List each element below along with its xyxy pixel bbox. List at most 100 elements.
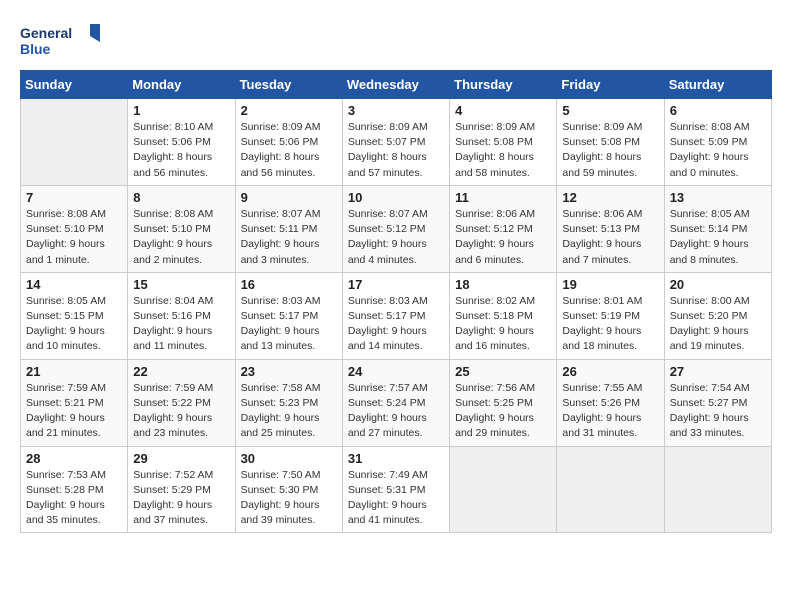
- cell-info: Sunrise: 7:49 AMSunset: 5:31 PMDaylight:…: [348, 468, 444, 529]
- day-number: 29: [133, 451, 229, 466]
- calendar-week-row: 21 Sunrise: 7:59 AMSunset: 5:21 PMDayligh…: [21, 359, 772, 446]
- calendar-cell: 20 Sunrise: 8:00 AMSunset: 5:20 PMDayligh…: [664, 272, 771, 359]
- calendar-cell: 3 Sunrise: 8:09 AMSunset: 5:07 PMDaylight…: [342, 99, 449, 186]
- cell-info: Sunrise: 7:54 AMSunset: 5:27 PMDaylight:…: [670, 381, 766, 442]
- calendar-cell: 27 Sunrise: 7:54 AMSunset: 5:27 PMDayligh…: [664, 359, 771, 446]
- cell-info: Sunrise: 8:06 AMSunset: 5:12 PMDaylight:…: [455, 207, 551, 268]
- day-number: 9: [241, 190, 337, 205]
- day-number: 3: [348, 103, 444, 118]
- cell-info: Sunrise: 8:06 AMSunset: 5:13 PMDaylight:…: [562, 207, 658, 268]
- cell-info: Sunrise: 7:53 AMSunset: 5:28 PMDaylight:…: [26, 468, 122, 529]
- calendar-cell: 9 Sunrise: 8:07 AMSunset: 5:11 PMDaylight…: [235, 185, 342, 272]
- weekday-header-saturday: Saturday: [664, 71, 771, 99]
- svg-text:Blue: Blue: [20, 41, 51, 57]
- day-number: 31: [348, 451, 444, 466]
- cell-info: Sunrise: 8:08 AMSunset: 5:10 PMDaylight:…: [26, 207, 122, 268]
- page-header: General Blue: [20, 20, 772, 64]
- calendar-cell: 28 Sunrise: 7:53 AMSunset: 5:28 PMDayligh…: [21, 446, 128, 533]
- calendar-cell: 22 Sunrise: 7:59 AMSunset: 5:22 PMDayligh…: [128, 359, 235, 446]
- cell-info: Sunrise: 8:00 AMSunset: 5:20 PMDaylight:…: [670, 294, 766, 355]
- calendar-cell: 23 Sunrise: 7:58 AMSunset: 5:23 PMDayligh…: [235, 359, 342, 446]
- day-number: 21: [26, 364, 122, 379]
- calendar-cell: 25 Sunrise: 7:56 AMSunset: 5:25 PMDayligh…: [450, 359, 557, 446]
- day-number: 24: [348, 364, 444, 379]
- cell-info: Sunrise: 7:50 AMSunset: 5:30 PMDaylight:…: [241, 468, 337, 529]
- calendar-cell: 7 Sunrise: 8:08 AMSunset: 5:10 PMDaylight…: [21, 185, 128, 272]
- calendar-cell: 13 Sunrise: 8:05 AMSunset: 5:14 PMDayligh…: [664, 185, 771, 272]
- day-number: 25: [455, 364, 551, 379]
- calendar-cell: 18 Sunrise: 8:02 AMSunset: 5:18 PMDayligh…: [450, 272, 557, 359]
- weekday-header-monday: Monday: [128, 71, 235, 99]
- day-number: 26: [562, 364, 658, 379]
- calendar-cell: 19 Sunrise: 8:01 AMSunset: 5:19 PMDayligh…: [557, 272, 664, 359]
- calendar-cell: 4Sunrise: 8:09 AMSunset: 5:08 PMDaylight…: [450, 99, 557, 186]
- day-number: 15: [133, 277, 229, 292]
- calendar-week-row: 7 Sunrise: 8:08 AMSunset: 5:10 PMDaylight…: [21, 185, 772, 272]
- calendar-cell: 29 Sunrise: 7:52 AMSunset: 5:29 PMDayligh…: [128, 446, 235, 533]
- weekday-header-sunday: Sunday: [21, 71, 128, 99]
- calendar-cell: [557, 446, 664, 533]
- weekday-header-tuesday: Tuesday: [235, 71, 342, 99]
- cell-info: Sunrise: 8:09 AMSunset: 5:06 PMDaylight:…: [241, 120, 337, 181]
- cell-info: Sunrise: 8:01 AMSunset: 5:19 PMDaylight:…: [562, 294, 658, 355]
- calendar-cell: 21 Sunrise: 7:59 AMSunset: 5:21 PMDayligh…: [21, 359, 128, 446]
- calendar-cell: 2Sunrise: 8:09 AMSunset: 5:06 PMDaylight…: [235, 99, 342, 186]
- svg-text:General: General: [20, 25, 72, 41]
- weekday-header-row: SundayMondayTuesdayWednesdayThursdayFrid…: [21, 71, 772, 99]
- calendar-cell: 11 Sunrise: 8:06 AMSunset: 5:12 PMDayligh…: [450, 185, 557, 272]
- day-number: 5: [562, 103, 658, 118]
- weekday-header-friday: Friday: [557, 71, 664, 99]
- day-number: 19: [562, 277, 658, 292]
- cell-info: Sunrise: 8:05 AMSunset: 5:15 PMDaylight:…: [26, 294, 122, 355]
- calendar-table: SundayMondayTuesdayWednesdayThursdayFrid…: [20, 70, 772, 533]
- day-number: 1: [133, 103, 229, 118]
- day-number: 22: [133, 364, 229, 379]
- calendar-cell: [21, 99, 128, 186]
- day-number: 28: [26, 451, 122, 466]
- calendar-cell: 5Sunrise: 8:09 AMSunset: 5:08 PMDaylight…: [557, 99, 664, 186]
- day-number: 23: [241, 364, 337, 379]
- day-number: 13: [670, 190, 766, 205]
- cell-info: Sunrise: 7:52 AMSunset: 5:29 PMDaylight:…: [133, 468, 229, 529]
- cell-info: Sunrise: 7:58 AMSunset: 5:23 PMDaylight:…: [241, 381, 337, 442]
- cell-info: Sunrise: 7:59 AMSunset: 5:22 PMDaylight:…: [133, 381, 229, 442]
- day-number: 30: [241, 451, 337, 466]
- day-number: 20: [670, 277, 766, 292]
- cell-info: Sunrise: 7:56 AMSunset: 5:25 PMDaylight:…: [455, 381, 551, 442]
- cell-info: Sunrise: 8:08 AMSunset: 5:10 PMDaylight:…: [133, 207, 229, 268]
- day-number: 11: [455, 190, 551, 205]
- cell-info: Sunrise: 8:03 AMSunset: 5:17 PMDaylight:…: [241, 294, 337, 355]
- day-number: 7: [26, 190, 122, 205]
- cell-info: Sunrise: 8:02 AMSunset: 5:18 PMDaylight:…: [455, 294, 551, 355]
- calendar-cell: [664, 446, 771, 533]
- cell-info: Sunrise: 8:07 AMSunset: 5:11 PMDaylight:…: [241, 207, 337, 268]
- cell-info: Sunrise: 8:09 AMSunset: 5:07 PMDaylight:…: [348, 120, 444, 181]
- calendar-cell: 24Sunrise: 7:57 AMSunset: 5:24 PMDayligh…: [342, 359, 449, 446]
- day-number: 18: [455, 277, 551, 292]
- calendar-body: 1 Sunrise: 8:10 AMSunset: 5:06 PMDaylight…: [21, 99, 772, 533]
- cell-info: Sunrise: 8:10 AMSunset: 5:06 PMDaylight:…: [133, 120, 229, 181]
- day-number: 4: [455, 103, 551, 118]
- day-number: 8: [133, 190, 229, 205]
- day-number: 12: [562, 190, 658, 205]
- calendar-cell: 1 Sunrise: 8:10 AMSunset: 5:06 PMDaylight…: [128, 99, 235, 186]
- weekday-header-thursday: Thursday: [450, 71, 557, 99]
- calendar-cell: [450, 446, 557, 533]
- cell-info: Sunrise: 8:07 AMSunset: 5:12 PMDaylight:…: [348, 207, 444, 268]
- cell-info: Sunrise: 8:03 AMSunset: 5:17 PMDaylight:…: [348, 294, 444, 355]
- day-number: 27: [670, 364, 766, 379]
- calendar-cell: 6Sunrise: 8:08 AMSunset: 5:09 PMDaylight…: [664, 99, 771, 186]
- calendar-cell: 14Sunrise: 8:05 AMSunset: 5:15 PMDayligh…: [21, 272, 128, 359]
- calendar-week-row: 28 Sunrise: 7:53 AMSunset: 5:28 PMDayligh…: [21, 446, 772, 533]
- calendar-cell: 26Sunrise: 7:55 AMSunset: 5:26 PMDayligh…: [557, 359, 664, 446]
- cell-info: Sunrise: 8:05 AMSunset: 5:14 PMDaylight:…: [670, 207, 766, 268]
- calendar-week-row: 1 Sunrise: 8:10 AMSunset: 5:06 PMDaylight…: [21, 99, 772, 186]
- cell-info: Sunrise: 8:04 AMSunset: 5:16 PMDaylight:…: [133, 294, 229, 355]
- day-number: 10: [348, 190, 444, 205]
- calendar-cell: 8 Sunrise: 8:08 AMSunset: 5:10 PMDaylight…: [128, 185, 235, 272]
- cell-info: Sunrise: 7:59 AMSunset: 5:21 PMDaylight:…: [26, 381, 122, 442]
- calendar-cell: 17 Sunrise: 8:03 AMSunset: 5:17 PMDayligh…: [342, 272, 449, 359]
- day-number: 17: [348, 277, 444, 292]
- calendar-cell: 30 Sunrise: 7:50 AMSunset: 5:30 PMDayligh…: [235, 446, 342, 533]
- calendar-cell: 10 Sunrise: 8:07 AMSunset: 5:12 PMDayligh…: [342, 185, 449, 272]
